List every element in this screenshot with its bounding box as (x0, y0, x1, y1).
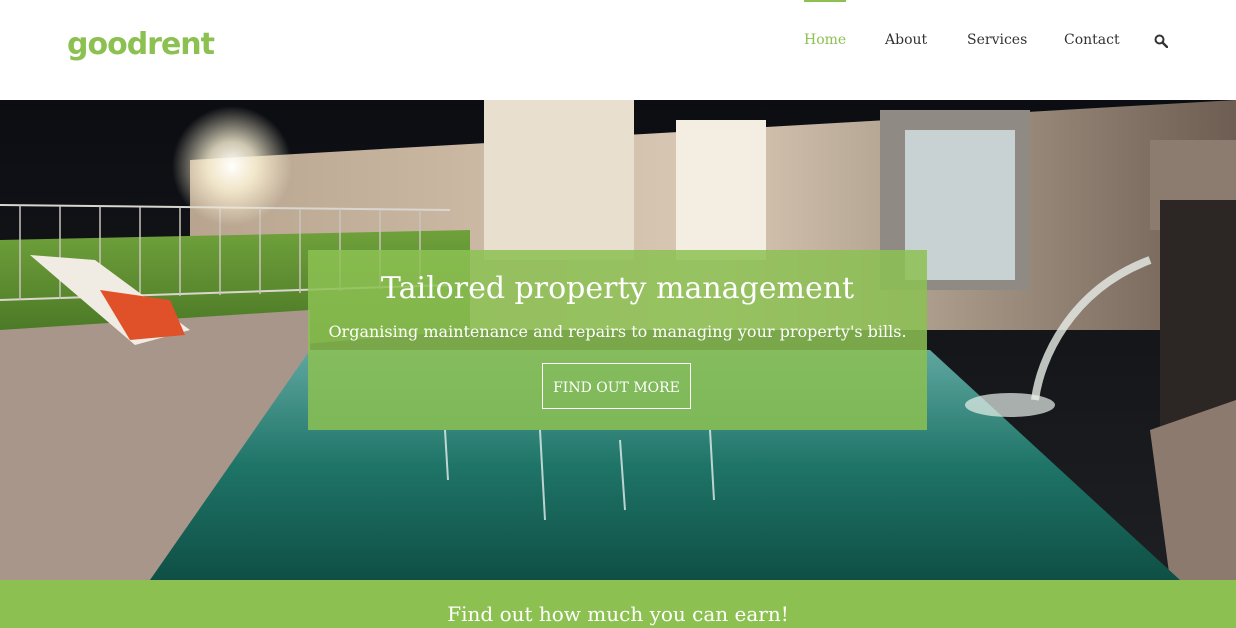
nav-about[interactable]: About (885, 32, 927, 48)
search-icon[interactable] (1154, 34, 1168, 48)
earnings-heading: Find out how much you can earn! (447, 602, 789, 626)
hero-banner: Tailored property management Organising … (0, 100, 1236, 580)
site-header: goodrent Home About Services Contact (0, 0, 1236, 100)
earnings-band: Find out how much you can earn! (0, 580, 1236, 628)
hero-title: Tailored property management (380, 271, 855, 306)
nav-services[interactable]: Services (967, 32, 1027, 48)
nav-contact[interactable]: Contact (1064, 32, 1120, 48)
find-out-more-button[interactable]: FIND OUT MORE (542, 363, 691, 409)
nav-home[interactable]: Home (804, 0, 847, 48)
hero-overlay-card: Tailored property management Organising … (308, 250, 927, 430)
hero-subtitle: Organising maintenance and repairs to ma… (328, 322, 907, 341)
logo[interactable]: goodrent (67, 27, 215, 62)
